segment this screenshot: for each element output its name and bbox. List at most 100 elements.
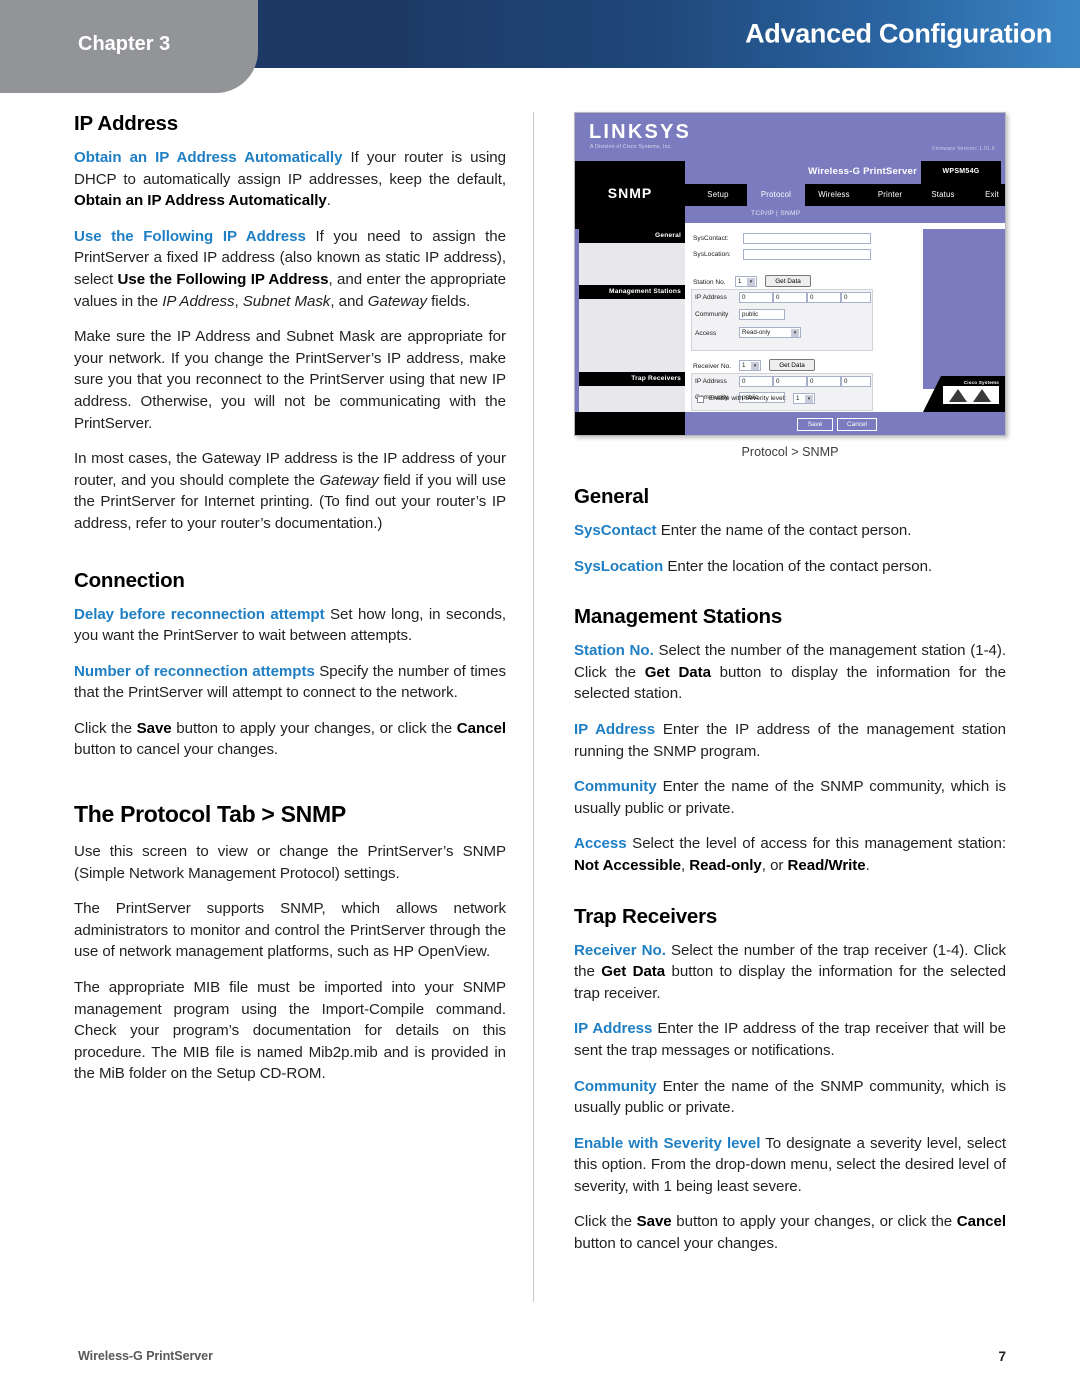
column-divider — [533, 112, 534, 1302]
ui-product-row: Wireless-G PrintServer WPSM54G — [685, 161, 1005, 184]
ui-input-syscontact[interactable] — [743, 233, 871, 244]
ui-tab-setup[interactable]: Setup — [689, 184, 747, 206]
text: , or — [761, 856, 788, 874]
chevron-down-icon: ▾ — [805, 395, 813, 403]
footer-page-number: 7 — [998, 1349, 1006, 1364]
ui-subnav-label[interactable]: TCP/IP | SNMP — [751, 210, 800, 217]
term-community-mgmt: Community — [574, 778, 657, 796]
paragraph-obtain-ip-auto: Obtain an IP Address Automatically If yo… — [74, 147, 506, 212]
ui-tab-protocol[interactable]: Protocol — [747, 184, 805, 206]
firmware-version-label: Firmware Version: 1.01.6 — [932, 146, 995, 152]
paragraph-use-this-screen: Use this screen to view or change the Pr… — [74, 843, 506, 882]
ui-model-box: WPSM54G — [921, 161, 1001, 184]
ui-select-receiver-no-value: 1 — [742, 362, 746, 369]
ui-button-get-data-station[interactable]: Get Data — [765, 275, 811, 287]
cisco-systems-label: Cisco Systems — [963, 380, 999, 385]
cisco-bridge-icon — [943, 386, 999, 404]
ui-select-mgmt-access[interactable]: Read-only ▾ — [739, 327, 801, 338]
footer-rule — [74, 1331, 1006, 1332]
chapter-tab: Chapter 3 — [0, 0, 258, 93]
text: button to apply your changes, or click t… — [671, 1213, 957, 1231]
term-receiver-no: Receiver No. — [574, 941, 666, 959]
heading-general: General — [574, 485, 649, 508]
ui-product-name: Wireless-G PrintServer — [808, 166, 917, 177]
text: button to apply your changes, or click t… — [171, 719, 457, 737]
ui-button-cancel[interactable]: Cancel — [837, 418, 877, 431]
ui-footer-left-block — [575, 412, 685, 435]
paragraph-delay-reconnect: Delay before reconnection attempt Set ho… — [74, 604, 506, 647]
text: Select the level of access for this mana… — [626, 835, 1006, 853]
ui-input-trap-ip-octet-3[interactable]: 0 — [807, 376, 841, 387]
term-community-trap: Community — [574, 1077, 657, 1095]
text: Enter the location of the contact person… — [663, 557, 933, 575]
ui-label-syscontact: SysContact: — [693, 235, 729, 242]
ui-sub-nav: TCP/IP | SNMP — [685, 206, 1005, 223]
ui-button-get-data-receiver[interactable]: Get Data — [769, 359, 815, 371]
ui-label-receiver-no: Receiver No. — [693, 363, 732, 370]
ui-input-trap-ip-octet-2[interactable]: 0 — [773, 376, 807, 387]
ui-input-mgmt-ip-octet-2[interactable]: 0 — [773, 292, 807, 303]
term-ip-address-mgmt: IP Address — [574, 720, 656, 738]
figure-caption: Protocol > SNMP — [741, 445, 839, 459]
ui-button-save[interactable]: Save — [797, 418, 833, 431]
ui-input-syslocation[interactable] — [743, 249, 871, 260]
ui-input-mgmt-ip-octet-3[interactable]: 0 — [807, 292, 841, 303]
ui-tab-wireless[interactable]: Wireless — [805, 184, 863, 206]
text: Enter the name of the contact person. — [656, 522, 912, 539]
term-access: Access — [574, 835, 627, 853]
text-bold: Get Data — [601, 963, 666, 981]
text: , — [234, 292, 243, 310]
ui-checkbox-enable-severity[interactable] — [697, 396, 704, 403]
ui-form-area: SysContact: SysLocation: Station No. 1 ▾ … — [685, 229, 913, 412]
text-bold: Save — [636, 1213, 672, 1231]
ui-sidebar: General Management Stations Trap Receive… — [579, 229, 685, 412]
text-bold: Not Accessible — [574, 856, 681, 874]
ui-sidebar-mgmt: Management Stations — [579, 285, 685, 299]
ui-tab-status[interactable]: Status — [917, 184, 969, 206]
ui-select-receiver-no[interactable]: 1 ▾ — [739, 360, 761, 371]
ui-tab-exit[interactable]: Exit — [969, 184, 1005, 206]
paragraph-trap-community: Community Enter the name of the SNMP com… — [574, 1076, 1006, 1119]
ui-input-trap-ip-octet-4[interactable]: 0 — [841, 376, 871, 387]
ui-input-mgmt-ip-octet-4[interactable]: 0 — [841, 292, 871, 303]
paragraph-syslocation: SysLocation Enter the location of the co… — [574, 556, 1006, 578]
text-bold: Save — [136, 719, 172, 737]
heading-management-stations: Management Stations — [574, 605, 783, 629]
screenshot-linksys-snmp-ui: LINKSYS A Division of Cisco Systems, Inc… — [574, 112, 1006, 436]
text-bold: Cancel — [956, 1213, 1006, 1231]
ui-input-mgmt-community[interactable]: public — [739, 309, 785, 320]
ui-footer-bar: Save Cancel — [575, 412, 1005, 435]
paragraph-mgmt-community: Community Enter the name of the SNMP com… — [574, 776, 1006, 819]
paragraph-save-cancel-connection: Click the Save button to apply your chan… — [74, 718, 506, 761]
linksys-tagline: A Division of Cisco Systems, Inc. — [590, 144, 673, 150]
text-italic: Subnet Mask — [242, 292, 331, 310]
left-column: IP Address Obtain an IP Address Automati… — [74, 112, 506, 1085]
text: Click the — [574, 1213, 637, 1231]
text-bold: Get Data — [644, 663, 711, 681]
ui-label-mgmt-access: Access — [695, 330, 717, 337]
paragraph-receiver-no: Receiver No. Select the number of the tr… — [574, 940, 1006, 1005]
ui-select-station-no-value: 1 — [738, 278, 742, 285]
ui-input-mgmt-ip-octet-1[interactable]: 0 — [739, 292, 773, 303]
ui-label-mgmt-community: Community — [695, 311, 729, 318]
paragraph-trap-ip-address: IP Address Enter the IP address of the t… — [574, 1018, 1006, 1061]
chevron-down-icon: ▾ — [791, 329, 799, 337]
ui-label-enable-severity: Enable with Severity level: — [709, 395, 786, 402]
text-italic: Gateway — [367, 292, 427, 310]
text: fields. — [427, 292, 471, 310]
paragraph-access: Access Select the level of access for th… — [574, 833, 1006, 876]
ui-label-trap-ip: IP Address — [695, 378, 727, 385]
ui-input-trap-ip-octet-1[interactable]: 0 — [739, 376, 773, 387]
ui-select-station-no[interactable]: 1 ▾ — [735, 276, 757, 287]
paragraph-make-sure-ip: Make sure the IP Address and Subnet Mask… — [74, 328, 506, 432]
ui-select-severity-level-value: 1 — [796, 395, 800, 402]
ui-tab-printer[interactable]: Printer — [863, 184, 917, 206]
ui-select-severity-level[interactable]: 1 ▾ — [793, 393, 815, 404]
heading-connection: Connection — [74, 568, 185, 592]
text: , and — [330, 292, 368, 310]
ui-page-title: SNMP — [607, 185, 653, 201]
paragraph-save-cancel-trap: Click the Save button to apply your chan… — [574, 1211, 1006, 1254]
text-bold: Cancel — [456, 719, 506, 737]
page-footer: Wireless-G PrintServer 7 — [0, 1331, 1080, 1397]
heading-protocol-tab-snmp: The Protocol Tab > SNMP — [74, 801, 346, 828]
